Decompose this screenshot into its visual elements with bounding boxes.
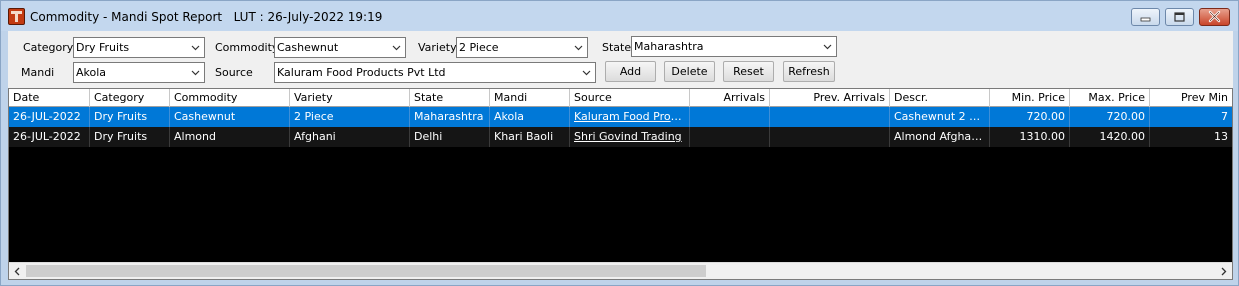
source-label: Source <box>215 66 253 79</box>
mandi-label: Mandi <box>21 66 55 79</box>
cell-state: Maharashtra <box>410 107 490 127</box>
cell-prev-arrivals <box>770 107 890 127</box>
report-window: Commodity - Mandi Spot Report LUT : 26-J… <box>0 0 1239 286</box>
minimize-button[interactable] <box>1131 8 1160 26</box>
minimize-icon <box>1140 17 1151 22</box>
title-bar[interactable]: Commodity - Mandi Spot Report LUT : 26-J… <box>1 1 1238 31</box>
cell-source-link[interactable]: Shri Govind Trading <box>570 127 690 147</box>
category-value: Dry Fruits <box>76 41 130 54</box>
column-header-max-price[interactable]: Max. Price <box>1070 89 1150 107</box>
horizontal-scrollbar[interactable] <box>9 262 1232 279</box>
cell-min-price: 720.00 <box>990 107 1070 127</box>
chevron-down-icon <box>191 70 200 76</box>
column-header-prev-arrivals[interactable]: Prev. Arrivals <box>770 89 890 107</box>
cell-date: 26-JUL-2022 <box>9 107 90 127</box>
cell-category: Dry Fruits <box>90 127 170 147</box>
cell-descr: Cashewnut 2 Pie... <box>890 107 990 127</box>
column-header-prev-min[interactable]: Prev Min <box>1150 89 1232 107</box>
state-dropdown[interactable]: Maharashtra <box>631 36 837 57</box>
commodity-value: Cashewnut <box>277 41 339 54</box>
column-header-descr[interactable]: Descr. <box>890 89 990 107</box>
last-update-time: LUT : 26-July-2022 19:19 <box>233 10 383 24</box>
cell-mandi: Akola <box>490 107 570 127</box>
add-button[interactable]: Add <box>605 61 656 82</box>
cell-arrivals <box>690 107 770 127</box>
column-header-arrivals[interactable]: Arrivals <box>690 89 770 107</box>
mandi-value: Akola <box>76 66 107 79</box>
cell-arrivals <box>690 127 770 147</box>
cell-prev-min: 7 <box>1221 110 1228 123</box>
cell-variety: Afghani <box>290 127 410 147</box>
source-link-text[interactable]: Kaluram Food Produ... <box>574 110 689 123</box>
column-header-commodity[interactable]: Commodity <box>170 89 290 107</box>
cell-commodity: Cashewnut <box>170 107 290 127</box>
cell-variety: 2 Piece <box>290 107 410 127</box>
source-value: Kaluram Food Products Pvt Ltd <box>277 66 446 79</box>
state-label: State <box>602 41 632 54</box>
variety-label: Variety <box>418 41 457 54</box>
delete-button[interactable]: Delete <box>664 61 715 82</box>
column-header-category[interactable]: Category <box>90 89 170 107</box>
column-header-date[interactable]: Date <box>9 89 90 107</box>
table-row[interactable]: 26-JUL-2022 Dry Fruits Cashewnut 2 Piece… <box>9 107 1232 127</box>
cell-commodity: Almond <box>170 127 290 147</box>
close-icon <box>1208 10 1221 23</box>
cell-date: 26-JUL-2022 <box>9 127 90 147</box>
chevron-left-icon[interactable] <box>12 266 23 277</box>
column-header-state[interactable]: State <box>410 89 490 107</box>
commodity-dropdown[interactable]: Cashewnut <box>274 37 406 58</box>
app-logo-icon <box>8 8 25 25</box>
state-value: Maharashtra <box>634 40 704 53</box>
cell-max-price: 1420.00 <box>1070 127 1150 147</box>
category-dropdown[interactable]: Dry Fruits <box>73 37 205 58</box>
window-title: Commodity - Mandi Spot Report LUT : 26-J… <box>30 10 383 24</box>
client-area: Category Dry Fruits Commodity Cashewnut … <box>8 31 1233 280</box>
cell-prev-arrivals <box>770 127 890 147</box>
cell-category: Dry Fruits <box>90 107 170 127</box>
reset-button[interactable]: Reset <box>723 61 774 82</box>
cell-prev-min: 13 <box>1214 130 1228 143</box>
chevron-down-icon <box>823 44 832 50</box>
source-dropdown[interactable]: Kaluram Food Products Pvt Ltd <box>274 62 596 83</box>
cell-mandi: Khari Baoli <box>490 127 570 147</box>
table-row[interactable]: 26-JUL-2022 Dry Fruits Almond Afghani De… <box>9 127 1232 147</box>
source-link-text[interactable]: Shri Govind Trading <box>574 130 682 143</box>
commodity-label: Commodity <box>215 41 279 54</box>
chevron-right-icon[interactable] <box>1218 266 1229 277</box>
cell-min-price: 1310.00 <box>990 127 1070 147</box>
report-grid[interactable]: Date Category Commodity Variety State Ma… <box>8 88 1233 280</box>
close-button[interactable] <box>1199 8 1230 26</box>
column-header-min-price[interactable]: Min. Price <box>990 89 1070 107</box>
chevron-down-icon <box>582 70 591 76</box>
scrollbar-thumb[interactable] <box>26 265 706 277</box>
category-label: Category <box>23 41 74 54</box>
chevron-down-icon <box>392 45 401 51</box>
chevron-down-icon <box>574 45 583 51</box>
column-header-variety[interactable]: Variety <box>290 89 410 107</box>
cell-source-link[interactable]: Kaluram Food Produ... <box>570 107 690 127</box>
cell-descr: Almond Afghani ... <box>890 127 990 147</box>
refresh-button[interactable]: Refresh <box>783 61 835 82</box>
grid-header: Date Category Commodity Variety State Ma… <box>9 89 1232 107</box>
variety-value: 2 Piece <box>459 41 499 54</box>
chevron-down-icon <box>191 45 200 51</box>
column-header-source[interactable]: Source <box>570 89 690 107</box>
column-header-mandi[interactable]: Mandi <box>490 89 570 107</box>
cell-state: Delhi <box>410 127 490 147</box>
maximize-button[interactable] <box>1165 8 1194 26</box>
variety-dropdown[interactable]: 2 Piece <box>456 37 588 58</box>
mandi-dropdown[interactable]: Akola <box>73 62 205 83</box>
maximize-icon <box>1174 12 1185 22</box>
cell-max-price: 720.00 <box>1070 107 1150 127</box>
